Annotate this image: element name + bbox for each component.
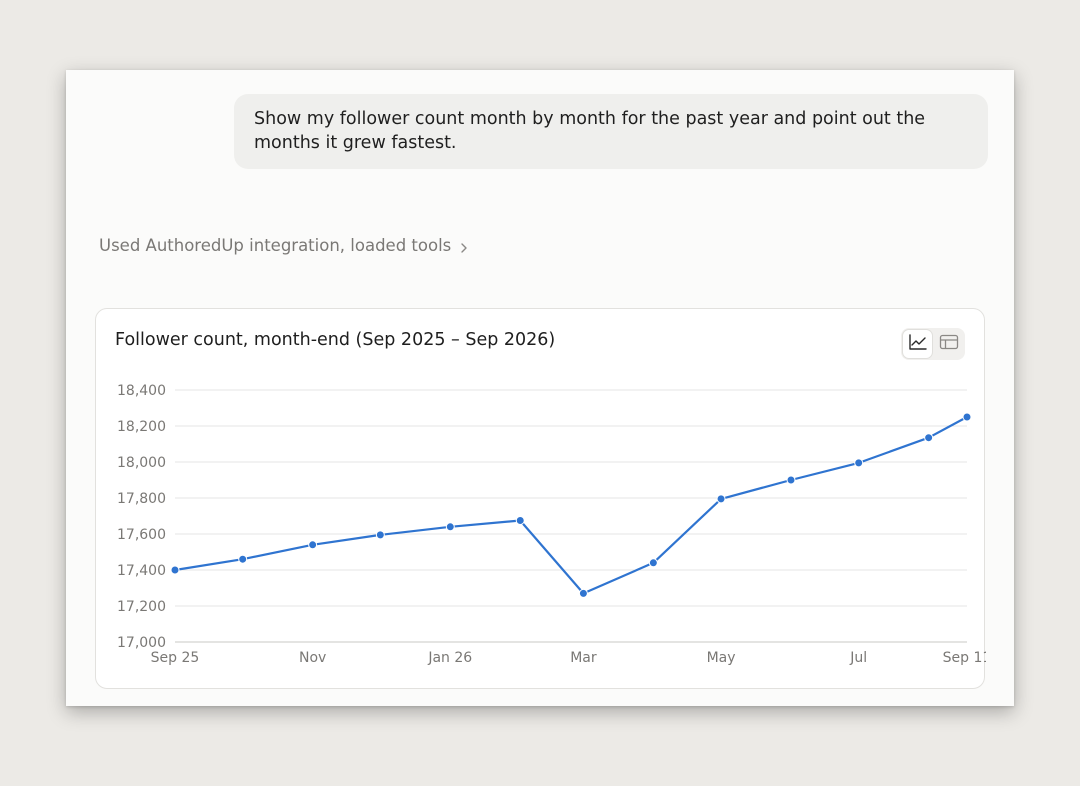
series-line xyxy=(173,415,969,595)
x-tick-label: Sep 25 xyxy=(151,650,200,666)
x-tick-label: Mar xyxy=(570,650,597,666)
data-point xyxy=(515,516,525,525)
data-point xyxy=(238,554,248,564)
x-tick-label: Sep 11 xyxy=(943,650,986,666)
y-tick-label: 18,200 xyxy=(117,419,166,435)
data-point xyxy=(786,475,796,485)
y-tick-label: 17,200 xyxy=(117,599,166,615)
line-chart: 17,000 17,200 17,400 17,600 17,800 18,000 18,2… xyxy=(117,383,986,666)
data-point xyxy=(375,530,385,540)
user-message-text: Show my follower count month by month fo… xyxy=(254,109,926,153)
data-point xyxy=(308,540,318,550)
chat-window: Show my follower count month by month fo… xyxy=(66,70,1014,706)
y-tick-label: 17,800 xyxy=(117,491,166,507)
tool-status-toggle[interactable]: Used AuthoredUp integration, loaded tool… xyxy=(99,235,471,257)
y-tick-label: 17,400 xyxy=(117,563,166,579)
data-point xyxy=(648,558,658,568)
data-point xyxy=(578,588,588,598)
y-tick-label: 17,600 xyxy=(117,527,166,543)
y-tick-label: 18,000 xyxy=(117,455,166,471)
y-tick-label: 17,000 xyxy=(117,635,166,651)
data-point xyxy=(962,412,972,422)
x-tick-label: Nov xyxy=(299,650,326,666)
x-tick-label: Jul xyxy=(849,650,867,666)
chevron-right-icon xyxy=(457,239,471,253)
data-point xyxy=(924,433,934,443)
y-tick-label: 18,400 xyxy=(117,383,166,399)
data-point xyxy=(716,494,726,504)
data-point xyxy=(854,458,864,468)
user-message-bubble: Show my follower count month by month fo… xyxy=(234,94,988,169)
x-tick-label: Jan 26 xyxy=(427,650,472,666)
tool-status-text: Used AuthoredUp integration, loaded tool… xyxy=(99,236,452,255)
chart-card: Follower count, month-end (Sep 2025 – Se… xyxy=(95,308,986,689)
data-point xyxy=(170,565,180,575)
data-point xyxy=(445,522,455,532)
x-tick-label: May xyxy=(707,650,736,666)
